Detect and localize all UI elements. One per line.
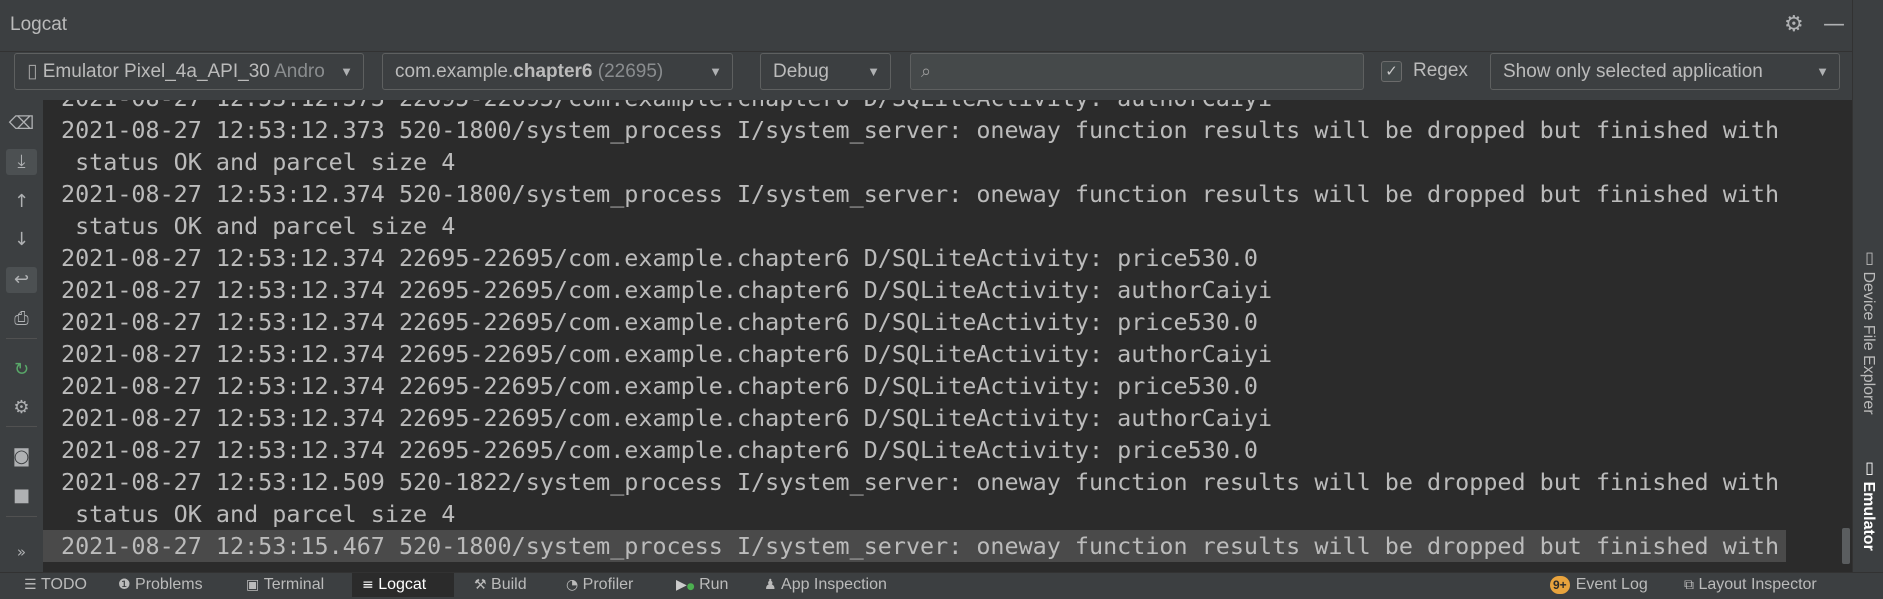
todo-tab[interactable]: ☰ TODO [20, 573, 91, 597]
window-title: Logcat [10, 14, 68, 35]
bottom-tool-bar: ☰ TODO ❶ Problems ▣ Terminal ≡ Logcat ⚒ … [0, 572, 1883, 597]
problems-tab[interactable]: ❶ Problems [114, 573, 207, 597]
build-label: Build [491, 576, 527, 593]
video-camera-icon[interactable]: ■ [0, 483, 43, 509]
filter-dropdown[interactable]: Show only selected application ▼ [1490, 53, 1840, 90]
log-line: 2021-08-27 12:53:12.374 520-1800/system_… [61, 180, 1780, 208]
run-label: Run [699, 576, 729, 593]
log-line: 2021-08-27 12:53:12.374 22695-22695/com.… [61, 372, 1258, 400]
logcat-label: Logcat [378, 576, 427, 593]
divider [6, 516, 37, 517]
left-toolbar: ⌫ ⤓ ↑ ↓ ↩ ⎙ ↻ ⚙ ◙ ■ » [0, 100, 43, 572]
divider [6, 338, 37, 339]
process-name: chapter6 [513, 61, 593, 82]
log-line: 2021-08-27 12:53:12.373 22695-22695/com.… [61, 100, 1786, 114]
arrow-up-icon[interactable]: ↑ [0, 189, 43, 215]
chevron-down-icon: ▼ [709, 64, 722, 79]
run-tab[interactable]: ▶● Run [672, 573, 732, 597]
logcat-tab[interactable]: ≡ Logcat [352, 573, 454, 597]
logcat-window: Logcat ⚙ — ▯ Emulator Pixel_4a_API_30 An… [0, 0, 1883, 597]
soft-wrap-icon[interactable]: ↩ [6, 267, 37, 293]
divider [6, 426, 37, 427]
clear-logcat-icon[interactable]: ⌫ [0, 111, 43, 137]
event-log-badge: 9+ [1550, 575, 1570, 594]
profiler-tab[interactable]: ◔ Profiler [562, 573, 637, 597]
log-line: 2021-08-27 12:53:12.374 22695-22695/com.… [61, 404, 1273, 432]
regex-checkbox[interactable]: ✓ [1381, 61, 1402, 82]
profiler-icon: ◔ [566, 577, 583, 593]
event-log-tab[interactable]: 9+ Event Log [1546, 573, 1652, 597]
process-pid: (22695) [597, 61, 664, 82]
log-line: 2021-08-27 12:53:12.374 22695-22695/com.… [61, 276, 1273, 304]
log-line: status OK and parcel size 4 [61, 148, 456, 176]
layout-inspector-icon: ⧉ [1684, 577, 1699, 593]
emulator-icon: ▯ [1860, 458, 1877, 482]
logcat-icon: ≡ [362, 577, 379, 593]
layout-inspector-label: Layout Inspector [1698, 576, 1817, 593]
right-tool-strip: ▯ Device File Explorer ▯ Emulator [1852, 0, 1883, 572]
arrow-down-icon[interactable]: ↓ [0, 227, 43, 253]
log-line: 2021-08-27 12:53:12.509 520-1822/system_… [61, 468, 1780, 496]
logcat-output[interactable]: 2021-08-27 12:53:12.373 22695-22695/com.… [43, 100, 1852, 572]
minimize-icon[interactable]: — [1823, 12, 1845, 38]
log-line: 2021-08-27 12:53:12.373 520-1800/system_… [61, 116, 1780, 144]
gear-icon[interactable]: ⚙ [1784, 12, 1804, 38]
problems-label: Problems [135, 576, 203, 593]
settings-icon[interactable]: ⚙ [0, 395, 43, 421]
todo-label: TODO [41, 576, 87, 593]
app-inspection-tab[interactable]: ♟ App Inspection [760, 573, 891, 597]
log-level-value: Debug [773, 61, 829, 82]
vertical-scrollbar[interactable] [1842, 528, 1850, 564]
device-name: Emulator Pixel_4a_API_30 [42, 61, 270, 82]
emulator-label: Emulator [1860, 481, 1877, 551]
hammer-icon: ⚒ [474, 577, 492, 593]
app-inspection-label: App Inspection [781, 576, 887, 593]
search-icon: ⌕ [921, 61, 932, 82]
log-line: status OK and parcel size 4 [61, 212, 456, 240]
device-dropdown[interactable]: ▯ Emulator Pixel_4a_API_30 Andro ▼ [14, 53, 364, 90]
chevron-down-icon: ▼ [1816, 64, 1829, 79]
run-icon: ▶● [676, 577, 695, 593]
terminal-icon: ▣ [246, 577, 264, 593]
log-line: 2021-08-27 12:53:12.374 22695-22695/com.… [61, 244, 1258, 272]
profiler-label: Profiler [582, 576, 634, 593]
layout-inspector-tab[interactable]: ⧉ Layout Inspector [1680, 573, 1821, 597]
device-suffix: Andro [274, 61, 325, 82]
problems-icon: ❶ [118, 577, 136, 593]
log-line: 2021-08-27 12:53:15.467 520-1800/system_… [43, 530, 1786, 562]
chevron-down-icon: ▼ [340, 64, 353, 79]
device-file-explorer-tab[interactable]: ▯ Device File Explorer [1857, 248, 1879, 418]
device-file-explorer-label: Device File Explorer [1860, 271, 1877, 415]
process-prefix: com.example. [395, 61, 514, 82]
list-icon: ☰ [24, 577, 42, 593]
scroll-to-end-icon[interactable]: ⤓ [6, 149, 37, 175]
terminal-label: Terminal [263, 576, 325, 593]
chevron-down-icon: ▼ [867, 64, 880, 79]
search-field[interactable]: ⌕ [910, 53, 1364, 90]
log-line: 2021-08-27 12:53:12.374 22695-22695/com.… [61, 436, 1258, 464]
device-file-explorer-icon: ▯ [1860, 248, 1877, 272]
log-line: 2021-08-27 12:53:12.374 22695-22695/com.… [61, 308, 1258, 336]
more-icon[interactable]: » [0, 539, 43, 565]
log-line: 2021-08-27 12:53:12.374 22695-22695/com.… [61, 340, 1273, 368]
app-inspection-icon: ♟ [764, 577, 782, 593]
restart-icon[interactable]: ↻ [0, 357, 43, 383]
title-bar: Logcat ⚙ — [0, 0, 1852, 52]
terminal-tab[interactable]: ▣ Terminal [242, 573, 328, 597]
regex-label: Regex [1413, 60, 1468, 81]
process-dropdown[interactable]: com.example.chapter6 (22695) ▼ [382, 53, 733, 90]
emulator-tab[interactable]: ▯ Emulator [1857, 458, 1879, 554]
camera-icon[interactable]: ◙ [0, 444, 43, 470]
build-tab[interactable]: ⚒ Build [470, 573, 531, 597]
print-icon[interactable]: ⎙ [0, 306, 43, 332]
search-input[interactable] [947, 58, 1347, 85]
log-line: status OK and parcel size 4 [61, 500, 456, 528]
log-level-dropdown[interactable]: Debug ▼ [760, 53, 891, 90]
log-lines: 2021-08-27 12:53:12.373 22695-22695/com.… [43, 100, 1786, 562]
device-icon: ▯ [27, 61, 38, 82]
filter-value: Show only selected application [1503, 61, 1763, 82]
logcat-toolbar: ▯ Emulator Pixel_4a_API_30 Andro ▼ com.e… [0, 53, 1852, 100]
event-log-label: Event Log [1575, 576, 1648, 593]
